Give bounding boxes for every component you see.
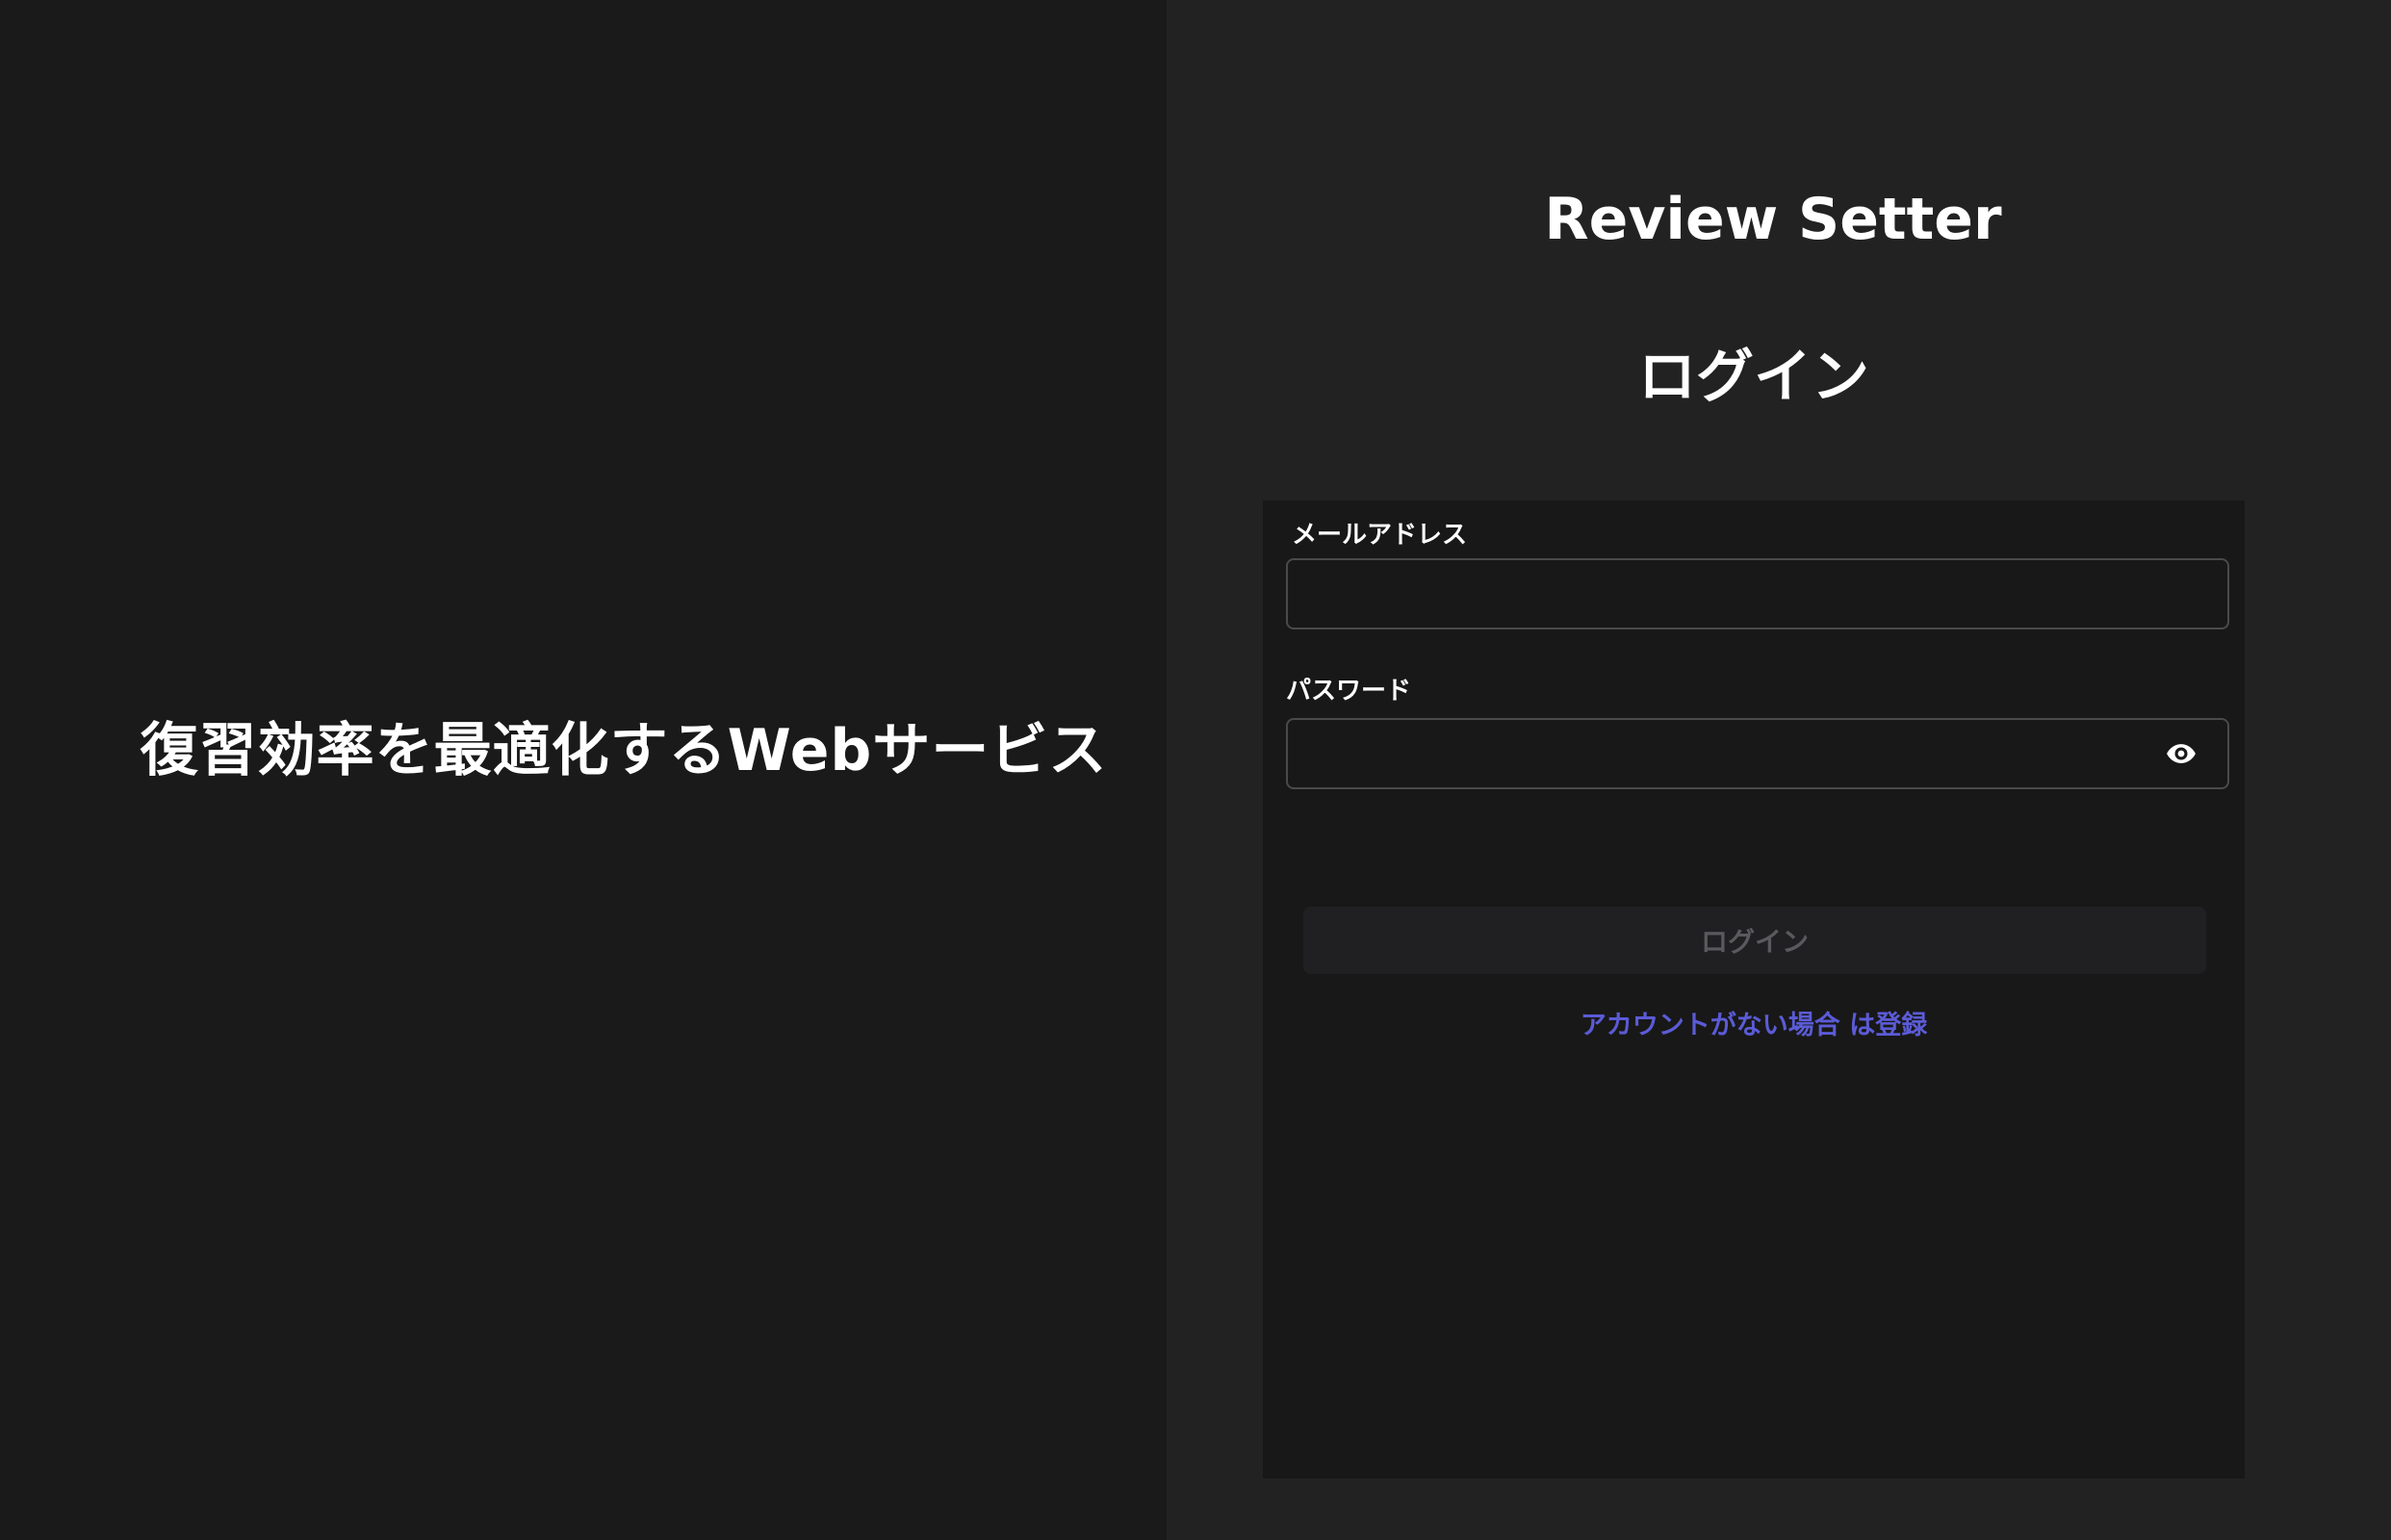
register-link[interactable]: アカウントがない場合 は登録 [1263, 1007, 2245, 1045]
page-title: ログイン [1638, 344, 1869, 411]
hero-tagline: 復習効率を最適化するWebサービス [140, 717, 1108, 784]
eye-icon [2167, 744, 2196, 763]
login-page: 復習効率を最適化するWebサービス Review Setter ログイン メール… [0, 0, 2391, 1540]
password-label: パスワード [1286, 677, 1412, 706]
password-field[interactable] [1286, 718, 2229, 789]
email-label: メールアドレス [1292, 521, 1468, 550]
login-button[interactable]: ログイン [1303, 907, 2206, 974]
email-field[interactable] [1286, 558, 2229, 629]
app-title: Review Setter [1544, 186, 2002, 253]
password-visibility-toggle[interactable] [2162, 734, 2200, 773]
login-form: メールアドレス パスワード ログイン アカウントがない場合 は登録 [1263, 500, 2245, 1478]
